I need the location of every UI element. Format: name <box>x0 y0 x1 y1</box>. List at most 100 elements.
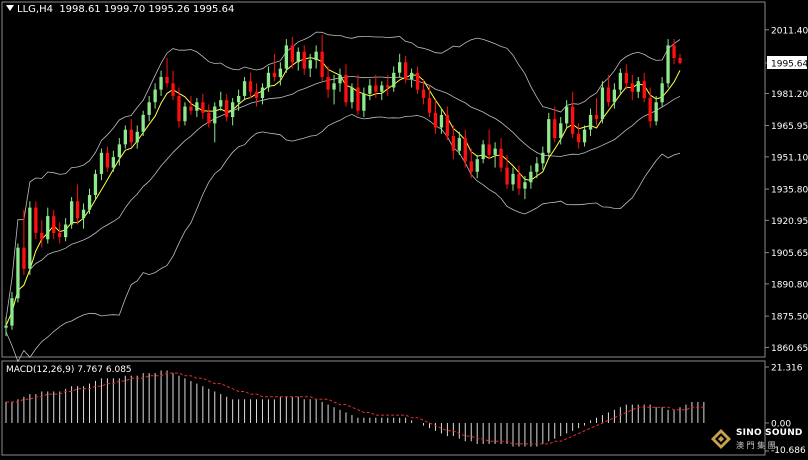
current-price-label: 1995.64 <box>771 60 808 70</box>
candle-body <box>577 133 581 143</box>
candle-body <box>242 81 247 96</box>
candle-body <box>183 106 187 122</box>
candle-body <box>213 106 217 124</box>
candle-body <box>398 62 402 73</box>
dropdown-arrow-icon[interactable] <box>6 5 14 11</box>
candle-body <box>260 87 265 98</box>
diamond-logo-icon <box>711 429 731 449</box>
price-tick-label: 2011.40 <box>771 26 808 36</box>
candle-body <box>535 163 539 172</box>
candle-body <box>93 173 98 195</box>
macd-signal-value: 6.085 <box>105 365 132 375</box>
candle-body <box>75 201 80 219</box>
candle-body <box>266 72 271 88</box>
candle-body <box>571 106 575 134</box>
candle-body <box>517 173 521 189</box>
price-tick-label: 1875.50 <box>771 313 808 323</box>
candle-body <box>70 201 74 225</box>
candle-body <box>225 100 229 118</box>
candle-body <box>314 51 318 61</box>
candle-body <box>111 157 115 168</box>
price-tick-label: 1951.10 <box>771 153 808 163</box>
candle-body <box>559 123 563 138</box>
candle-body <box>284 45 288 69</box>
candle-body <box>296 51 300 63</box>
price-pane-frame <box>1 1 766 358</box>
moving-average-line <box>5 57 681 326</box>
candle-body <box>529 171 533 183</box>
candle-body <box>588 114 593 130</box>
candle-body <box>487 144 491 155</box>
price-tick-label: 1860.65 <box>771 344 808 354</box>
candle-body <box>141 114 145 132</box>
candle-body <box>433 112 438 128</box>
candle-body <box>16 247 20 299</box>
candle-body <box>28 207 32 269</box>
candle-body <box>648 98 652 122</box>
candle-body <box>582 129 587 143</box>
candle-body <box>135 131 139 143</box>
chart-header: LLG,H4 1998.61 1999.70 1995.26 1995.64 <box>6 4 234 15</box>
candle-body <box>332 83 336 90</box>
upper-band-line <box>5 31 681 320</box>
candle-body <box>40 232 44 240</box>
high-value: 1999.70 <box>103 4 146 15</box>
candle-body <box>600 87 605 120</box>
candle-body <box>22 247 26 269</box>
price-tick-label: 1920.95 <box>771 217 808 227</box>
candle-body <box>630 83 634 92</box>
candle-body <box>320 51 324 77</box>
candle-body <box>129 129 133 143</box>
candle-body <box>87 195 92 210</box>
candle-body <box>392 72 396 88</box>
candle-body <box>654 102 658 122</box>
candle-body <box>410 72 414 80</box>
candle-body <box>451 136 455 151</box>
candle-body <box>64 224 68 238</box>
candle-body <box>457 138 461 151</box>
candle-body <box>231 102 235 117</box>
candle-body <box>165 77 169 84</box>
low-value: 1995.26 <box>148 4 190 15</box>
price-tick-label: 1935.80 <box>771 186 808 196</box>
candle-body <box>254 91 259 98</box>
candle-body <box>81 209 86 219</box>
candle-body <box>499 148 503 168</box>
candle-body <box>153 89 157 103</box>
candle-body <box>642 81 646 99</box>
candle-body <box>660 83 664 103</box>
logo-brand-cn: 澳 門 集 團 <box>736 441 776 450</box>
candle-body <box>624 72 628 84</box>
candle-body <box>481 144 485 160</box>
price-tick-label: 1965.95 <box>771 122 808 132</box>
candle-body <box>511 173 515 185</box>
candle-body <box>523 182 527 189</box>
candle-body <box>356 87 360 111</box>
candle-body <box>99 152 104 174</box>
candle-body <box>606 87 611 103</box>
close-value: 1995.64 <box>192 4 235 15</box>
candle-body <box>123 129 127 145</box>
open-value: 1998.61 <box>59 4 101 15</box>
candle-body <box>475 159 479 172</box>
price-axis: 2011.40 1995.64 1981.20 1965.95 1951.10 1935.… <box>765 26 808 354</box>
macd-signal-line <box>6 372 704 445</box>
candle-body <box>368 85 372 94</box>
candle-body <box>380 85 384 92</box>
candle-body <box>177 96 181 122</box>
candle-body <box>207 112 211 124</box>
candle-body <box>672 45 676 58</box>
macd-tick-label: 21.316 <box>771 364 803 374</box>
macd-main-value: 7.767 <box>77 365 103 375</box>
candle-body <box>493 148 497 155</box>
candle-body <box>505 167 509 185</box>
candle-body <box>415 72 420 90</box>
candle-body <box>201 102 205 113</box>
candle-body <box>565 106 569 124</box>
middle-band-line <box>5 75 681 326</box>
candle-body <box>553 119 557 139</box>
candle-body <box>469 161 473 172</box>
candle-body <box>159 77 163 90</box>
candle-body <box>117 144 121 157</box>
candle-body <box>666 45 670 84</box>
